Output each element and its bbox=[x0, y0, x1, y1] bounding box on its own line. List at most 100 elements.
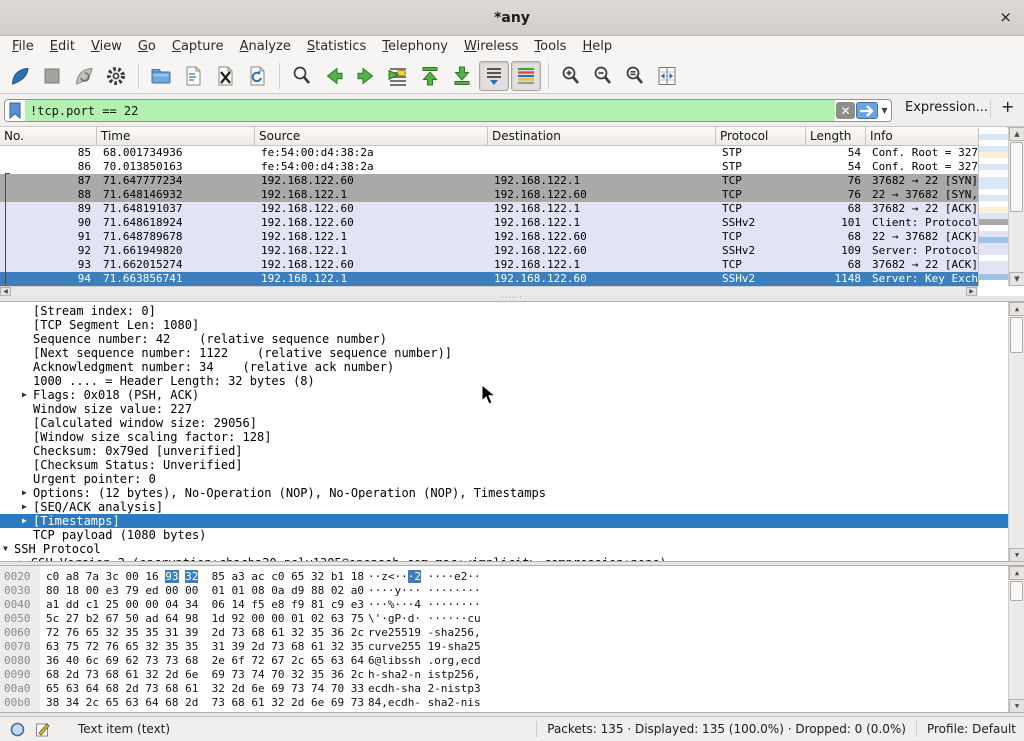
detail-line[interactable]: ▼SSH Protocol bbox=[0, 542, 1008, 556]
hex-row-0040[interactable]: 0040a1 dd c1 25 00 00 04 34 06 14 f5 e8 … bbox=[0, 598, 1008, 612]
packet-list-vscrollbar[interactable]: ▲ ▼ bbox=[1008, 127, 1024, 286]
menu-telephony[interactable]: Telephony bbox=[374, 36, 456, 58]
scroll-right-icon[interactable]: ▶ bbox=[966, 287, 977, 296]
detail-line[interactable]: ▶Flags: 0x018 (PSH, ACK) bbox=[0, 388, 1008, 402]
detail-line[interactable]: [Checksum Status: Unverified] bbox=[0, 458, 1008, 472]
open-file-icon[interactable] bbox=[146, 61, 176, 91]
add-filter-button[interactable]: + bbox=[1001, 97, 1014, 116]
detail-line[interactable]: ▶[SEQ/ACK analysis] bbox=[0, 500, 1008, 514]
menu-wireless[interactable]: Wireless bbox=[456, 36, 526, 58]
packet-row-87[interactable]: 8771.647777234192.168.122.60192.168.122.… bbox=[0, 174, 978, 188]
menu-file[interactable]: File bbox=[4, 36, 42, 58]
column-header-time[interactable]: Time bbox=[97, 127, 255, 145]
detail-line[interactable]: TCP payload (1080 bytes) bbox=[0, 528, 1008, 542]
detail-line[interactable]: Checksum: 0x79ed [unverified] bbox=[0, 444, 1008, 458]
collapsed-arrow-icon[interactable]: ▶ bbox=[22, 388, 33, 402]
packet-row-86[interactable]: 8670.013850163fe:54:00:d4:38:2aSTP54Conf… bbox=[0, 160, 978, 174]
scroll-up-icon[interactable]: ▲ bbox=[1009, 127, 1024, 141]
capture-options-icon[interactable] bbox=[101, 61, 131, 91]
menu-view[interactable]: View bbox=[83, 36, 130, 58]
detail-line[interactable]: [Next sequence number: 1122 (relative se… bbox=[0, 346, 1008, 360]
scroll-left-icon[interactable]: ◀ bbox=[0, 287, 11, 296]
close-file-icon[interactable] bbox=[210, 61, 240, 91]
go-first-packet-icon[interactable] bbox=[415, 61, 445, 91]
packet-row-89[interactable]: 8971.648191037192.168.122.60192.168.122.… bbox=[0, 202, 978, 216]
menu-edit[interactable]: Edit bbox=[42, 36, 83, 58]
profile-status[interactable]: Profile: Default bbox=[927, 722, 1016, 736]
scrollbar-thumb[interactable] bbox=[1010, 142, 1023, 212]
packet-row-88[interactable]: 8871.648146932192.168.122.1192.168.122.6… bbox=[0, 188, 978, 202]
collapsed-arrow-icon[interactable]: ▶ bbox=[22, 514, 33, 528]
hex-row-0020[interactable]: 0020c0 a8 7a 3c 00 16 93 32 85 a3 ac c0 … bbox=[0, 570, 1008, 584]
menu-tools[interactable]: Tools bbox=[526, 36, 574, 58]
menu-analyze[interactable]: Analyze bbox=[232, 36, 299, 58]
packet-row-91[interactable]: 9171.648789678192.168.122.1192.168.122.6… bbox=[0, 230, 978, 244]
hex-row-0030[interactable]: 003080 18 00 e3 79 ed 00 00 01 01 08 0a … bbox=[0, 584, 1008, 598]
reload-file-icon[interactable] bbox=[242, 61, 272, 91]
hex-row-0070[interactable]: 007063 75 72 76 65 32 35 35 31 39 2d 73 … bbox=[0, 640, 1008, 654]
scroll-up-icon[interactable]: ▲ bbox=[1009, 566, 1024, 580]
detail-line[interactable]: [Stream index: 0] bbox=[0, 304, 1008, 318]
hex-row-0060[interactable]: 006072 76 65 32 35 35 31 39 2d 73 68 61 … bbox=[0, 626, 1008, 640]
hex-row-0050[interactable]: 00505c 27 b2 67 50 ad 64 98 1d 92 00 00 … bbox=[0, 612, 1008, 626]
scrollbar-thumb[interactable] bbox=[1010, 317, 1023, 353]
menu-capture[interactable]: Capture bbox=[164, 36, 232, 58]
hex-row-0090[interactable]: 009068 2d 73 68 61 32 2d 6e 69 73 74 70 … bbox=[0, 668, 1008, 682]
column-header-destination[interactable]: Destination bbox=[488, 127, 716, 145]
detail-line[interactable]: Acknowledgment number: 34 (relative ack … bbox=[0, 360, 1008, 374]
save-file-icon[interactable] bbox=[178, 61, 208, 91]
detail-line[interactable]: ▶Options: (12 bytes), No-Operation (NOP)… bbox=[0, 486, 1008, 500]
detail-line[interactable]: [TCP Segment Len: 1080] bbox=[0, 318, 1008, 332]
hex-row-00a0[interactable]: 00a065 63 64 68 2d 73 68 61 32 2d 6e 69 … bbox=[0, 682, 1008, 696]
go-forward-icon[interactable] bbox=[351, 61, 381, 91]
expanded-arrow-icon[interactable]: ▼ bbox=[3, 542, 14, 556]
menu-go[interactable]: Go bbox=[130, 36, 164, 58]
scroll-down-icon[interactable]: ▼ bbox=[1009, 548, 1024, 562]
find-packet-icon[interactable] bbox=[287, 61, 317, 91]
filter-bookmark-icon[interactable] bbox=[5, 100, 25, 121]
hex-row-0080[interactable]: 008036 40 6c 69 62 73 73 68 2e 6f 72 67 … bbox=[0, 654, 1008, 668]
filter-apply-icon[interactable] bbox=[856, 102, 878, 119]
detail-line[interactable]: Sequence number: 42 (relative sequence n… bbox=[0, 332, 1008, 346]
packet-row-85[interactable]: 8568.001734936fe:54:00:d4:38:2aSTP54Conf… bbox=[0, 146, 978, 160]
detail-line[interactable]: 1000 .... = Header Length: 32 bytes (8) bbox=[0, 374, 1008, 388]
zoom-in-icon[interactable] bbox=[556, 61, 586, 91]
menu-help[interactable]: Help bbox=[574, 36, 620, 58]
scrollbar-thumb[interactable] bbox=[1010, 581, 1023, 601]
column-header-protocol[interactable]: Protocol bbox=[716, 127, 806, 145]
go-back-icon[interactable] bbox=[319, 61, 349, 91]
scroll-down-icon[interactable]: ▼ bbox=[1009, 699, 1024, 713]
packet-list-hscrollbar[interactable]: ◀ ▶ bbox=[0, 286, 978, 296]
detail-line[interactable]: [Window size scaling factor: 128] bbox=[0, 430, 1008, 444]
collapsed-arrow-icon[interactable]: ▶ bbox=[22, 500, 33, 514]
collapsed-arrow-icon[interactable]: ▶ bbox=[22, 486, 33, 500]
detail-line[interactable]: Window size value: 227 bbox=[0, 402, 1008, 416]
display-filter-input[interactable] bbox=[25, 100, 835, 121]
intelligent-scrollbar-minimap[interactable] bbox=[978, 128, 1008, 286]
column-header-no[interactable]: No. bbox=[0, 127, 97, 145]
go-to-packet-icon[interactable] bbox=[383, 61, 413, 91]
colorize-packets-icon[interactable] bbox=[511, 61, 541, 91]
scroll-up-icon[interactable]: ▲ bbox=[1009, 302, 1024, 316]
packet-row-93[interactable]: 9371.662015274192.168.122.60192.168.122.… bbox=[0, 258, 978, 272]
resize-columns-icon[interactable] bbox=[652, 61, 682, 91]
capture-comment-icon[interactable] bbox=[35, 722, 50, 737]
filter-clear-icon[interactable]: ✕ bbox=[836, 102, 855, 119]
menu-statistics[interactable]: Statistics bbox=[299, 36, 374, 58]
packet-row-90[interactable]: 9071.648618924192.168.122.60192.168.122.… bbox=[0, 216, 978, 230]
wireshark-start-capture-icon[interactable] bbox=[5, 61, 35, 91]
column-header-length[interactable]: Length bbox=[806, 127, 866, 145]
packet-row-92[interactable]: 9271.661949820192.168.122.1192.168.122.6… bbox=[0, 244, 978, 258]
stop-capture-icon[interactable] bbox=[37, 61, 67, 91]
packet-row-94[interactable]: 9471.663856741192.168.122.1192.168.122.6… bbox=[0, 272, 978, 286]
restart-capture-icon[interactable] bbox=[69, 61, 99, 91]
detail-line[interactable]: Urgent pointer: 0 bbox=[0, 472, 1008, 486]
hex-row-00b0[interactable]: 00b038 34 2c 65 63 64 68 2d 73 68 61 32 … bbox=[0, 696, 1008, 710]
column-header-source[interactable]: Source bbox=[255, 127, 488, 145]
detail-line[interactable]: [Calculated window size: 29056] bbox=[0, 416, 1008, 430]
detail-line[interactable]: ▶[Timestamps] bbox=[0, 514, 1008, 528]
scroll-down-icon[interactable]: ▼ bbox=[1009, 272, 1024, 286]
details-vscrollbar[interactable]: ▲ ▼ bbox=[1008, 302, 1024, 562]
go-last-packet-icon[interactable] bbox=[447, 61, 477, 91]
expert-info-icon[interactable] bbox=[10, 722, 25, 737]
